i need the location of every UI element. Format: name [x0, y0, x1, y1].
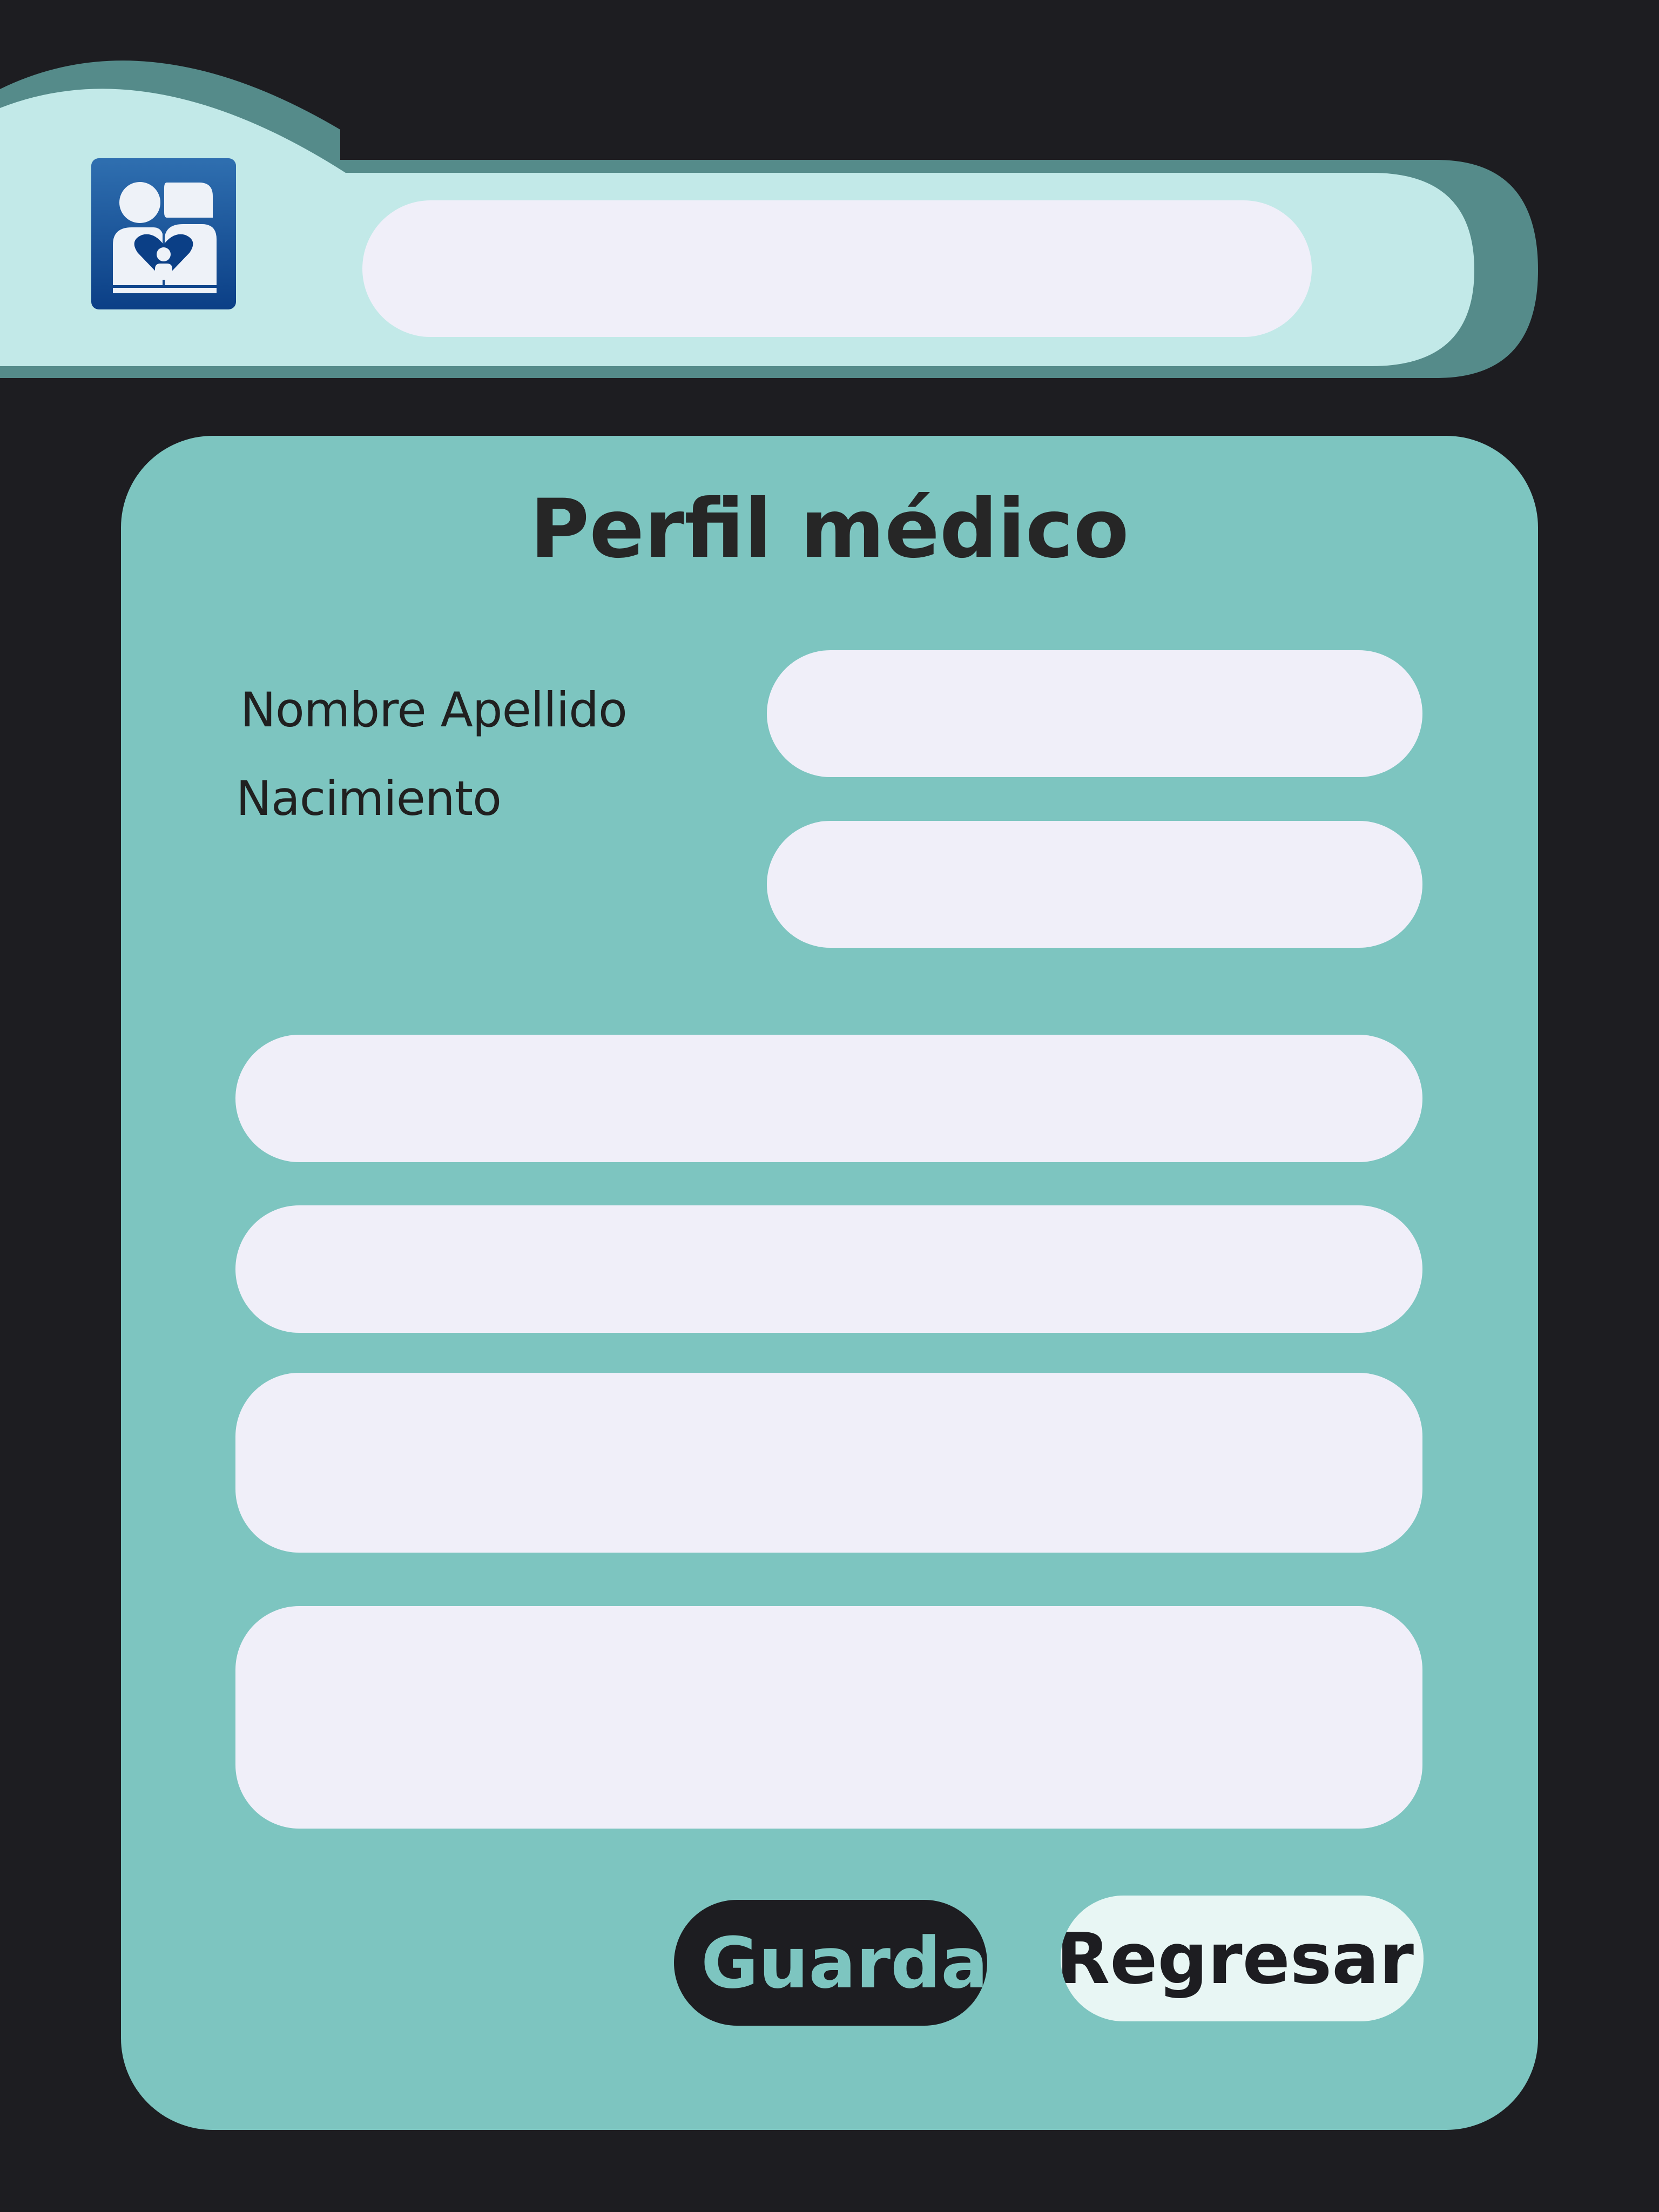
profile-notes-2[interactable]: [235, 1606, 1422, 1829]
save-button[interactable]: Guardar: [674, 1900, 987, 2026]
full-name-field[interactable]: [767, 650, 1422, 777]
app-header: [0, 0, 1659, 389]
full-name-label: Nombre Apellido: [240, 682, 628, 738]
search-input[interactable]: [362, 200, 1312, 337]
family-care-icon[interactable]: [91, 158, 236, 309]
page-title: Perfil médico: [530, 482, 1129, 576]
birth-field[interactable]: [767, 821, 1422, 948]
back-button[interactable]: Regresar: [1061, 1896, 1424, 2021]
profile-notes-1[interactable]: [235, 1373, 1422, 1553]
profile-field-4[interactable]: [235, 1205, 1422, 1333]
profile-field-3[interactable]: [235, 1035, 1422, 1162]
birth-label: Nacimiento: [236, 771, 502, 826]
medical-profile-card: Perfil médico Nombre Apellido Nacimiento…: [121, 436, 1538, 2130]
